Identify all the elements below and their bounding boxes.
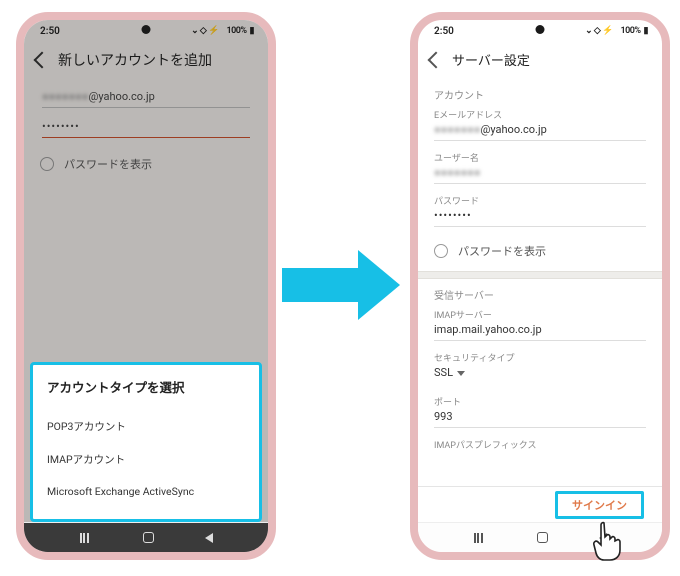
- nav-back-icon[interactable]: [599, 533, 607, 543]
- port-field[interactable]: 993: [434, 408, 646, 428]
- nav-bar: [418, 522, 662, 552]
- titlebar: 新しいアカウントを追加: [24, 42, 268, 80]
- status-time: 2:50: [40, 26, 60, 37]
- imap-prefix-label: IMAPパスプレフィックス: [418, 438, 662, 451]
- sheet-heading: アカウントタイプを選択: [47, 377, 245, 396]
- show-password-row[interactable]: パスワードを表示: [418, 237, 662, 271]
- chevron-down-icon: [457, 371, 465, 376]
- back-icon[interactable]: [428, 51, 445, 68]
- nav-bar: [24, 522, 268, 552]
- imap-server-label: IMAPサーバー: [418, 308, 662, 321]
- signin-button[interactable]: サインイン: [555, 491, 644, 519]
- nav-home-icon[interactable]: [143, 532, 154, 543]
- password-field[interactable]: ••••••••: [42, 120, 250, 138]
- nav-back-icon[interactable]: [205, 533, 213, 543]
- status-time: 2:50: [434, 26, 454, 37]
- imap-server-field[interactable]: imap.mail.yahoo.co.jp: [434, 321, 646, 341]
- password-label: パスワード: [418, 194, 662, 207]
- email-field[interactable]: ●●●●●●●@yahoo.co.jp: [434, 121, 646, 141]
- password-field[interactable]: ••••••••: [434, 207, 646, 227]
- phone-frame-left: 2:50 ⌄ ◇ ⚡ 100%▮ 新しいアカウントを追加 ●●●●●●●@yah…: [16, 12, 276, 560]
- arrow-icon: [282, 250, 400, 320]
- email-label: Eメールアドレス: [418, 108, 662, 121]
- radio-icon: [40, 157, 54, 171]
- show-password-row[interactable]: パスワードを表示: [24, 150, 268, 178]
- back-icon[interactable]: [34, 52, 51, 69]
- option-activesync[interactable]: Microsoft Exchange ActiveSync: [47, 476, 245, 507]
- section-account: アカウント: [418, 79, 662, 108]
- option-imap[interactable]: IMAPアカウント: [47, 443, 245, 476]
- titlebar: サーバー設定: [418, 42, 662, 79]
- nav-recent-icon[interactable]: [80, 533, 92, 543]
- port-label: ポート: [418, 395, 662, 408]
- front-camera: [536, 25, 545, 34]
- page-title: サーバー設定: [452, 50, 530, 69]
- security-dropdown[interactable]: SSL: [434, 364, 646, 383]
- account-type-sheet: アカウントタイプを選択 POP3アカウント IMAPアカウント Microsof…: [30, 362, 262, 522]
- page-title: 新しいアカウントを追加: [58, 50, 212, 70]
- section-incoming: 受信サーバー: [418, 279, 662, 308]
- status-icons: ⌄ ◇ ⚡ 100%▮: [585, 26, 648, 36]
- phone-frame-right: 2:50 ⌄ ◇ ⚡ 100%▮ サーバー設定 アカウント Eメールアドレス ●…: [410, 12, 670, 560]
- section-divider: [418, 271, 662, 279]
- show-password-label: パスワードを表示: [64, 156, 152, 172]
- security-label: セキュリティタイプ: [418, 351, 662, 364]
- user-field[interactable]: ●●●●●●●: [434, 164, 646, 184]
- nav-recent-icon[interactable]: [474, 533, 486, 543]
- radio-icon: [434, 244, 448, 258]
- email-field[interactable]: ●●●●●●●@yahoo.co.jp: [42, 90, 250, 108]
- footer-bar: サインイン: [418, 486, 662, 522]
- front-camera: [142, 25, 151, 34]
- show-password-label: パスワードを表示: [458, 243, 546, 259]
- user-label: ユーザー名: [418, 151, 662, 164]
- status-icons: ⌄ ◇ ⚡ 100%▮: [191, 26, 254, 36]
- nav-home-icon[interactable]: [537, 532, 548, 543]
- form-body: ●●●●●●●@yahoo.co.jp •••••••• パスワードを表示: [24, 80, 268, 178]
- option-pop3[interactable]: POP3アカウント: [47, 410, 245, 443]
